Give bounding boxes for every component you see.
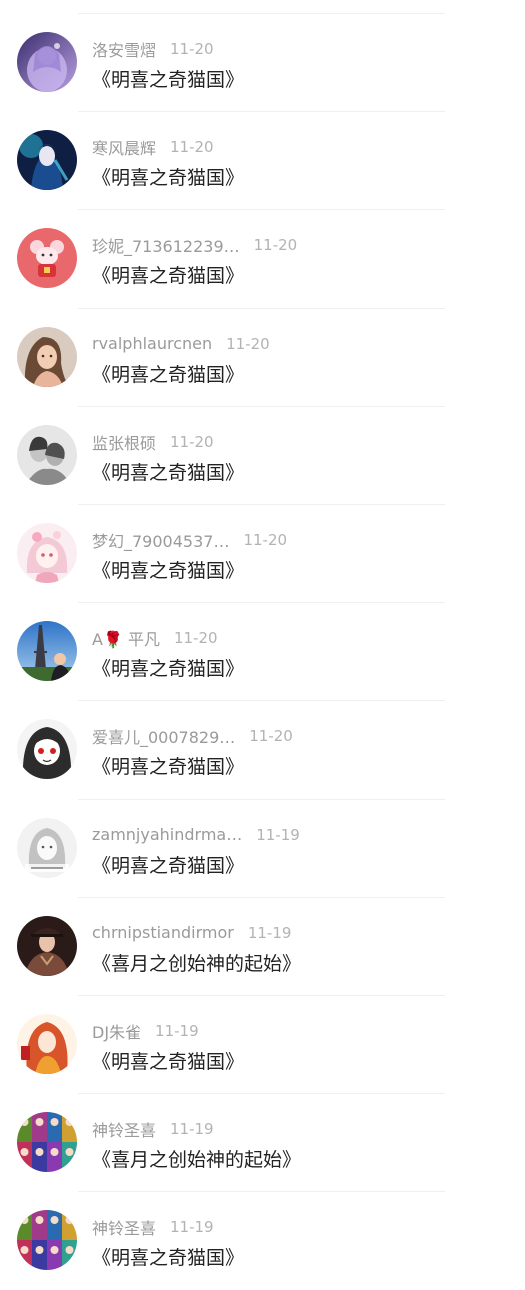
pink-anime-girl-avatar[interactable] [17,522,77,583]
comment-title[interactable]: 《明喜之奇猫国》 [92,1243,244,1270]
comment-title[interactable]: 《明喜之奇猫国》 [92,556,244,583]
red-haired-girl-avatar[interactable] [17,1013,77,1074]
comment-date: 11-19 [256,825,300,844]
username[interactable]: 神铃圣喜 [92,1215,156,1239]
comment-date: 11-19 [170,1120,214,1139]
comment-item[interactable]: 神铃圣喜 11-19 《喜月之创始神的起始》 [17,1094,445,1193]
mouse-cartoon-avatar[interactable] [17,228,77,289]
comment-date: 11-20 [226,334,270,353]
username[interactable]: chrnipstiandirmor [92,923,234,942]
comment-item[interactable]: DJ朱雀 11-19 《明喜之奇猫国》 [17,996,445,1095]
username[interactable]: 神铃圣喜 [92,1117,156,1141]
username[interactable]: 爱喜儿_0007829… [92,724,235,748]
comment-item[interactable]: 寒风晨辉 11-20 《明喜之奇猫国》 [17,112,445,211]
comment-item[interactable]: 珍妮_713612239… 11-20 《明喜之奇猫国》 [17,210,445,309]
military-man-avatar[interactable] [17,915,77,976]
comment-item[interactable]: 爱喜儿_0007829… 11-20 《明喜之奇猫国》 [17,701,445,800]
sketch-girl-avatar[interactable] [17,817,77,878]
comment-date: 11-20 [249,727,293,746]
comment-title[interactable]: 《明喜之奇猫国》 [92,752,244,779]
character-collage-avatar[interactable] [17,1112,77,1173]
username[interactable]: 监张根硕 [92,430,156,454]
comment-date: 11-20 [170,432,214,451]
eiffel-tower-avatar[interactable] [17,621,77,682]
comment-item[interactable]: 梦幻_79004537… 11-20 《明喜之奇猫国》 [17,505,445,604]
username[interactable]: 珍妮_713612239… [92,233,240,257]
username[interactable]: DJ朱雀 [92,1019,141,1043]
username[interactable]: 洛安雪熠 [92,37,156,61]
anime-girl-avatar[interactable] [17,32,77,92]
comment-title[interactable]: 《喜月之创始神的起始》 [92,949,301,976]
comment-item[interactable]: chrnipstiandirmor 11-19 《喜月之创始神的起始》 [17,898,445,996]
comment-title[interactable]: 《明喜之奇猫国》 [92,360,244,387]
username[interactable]: A🌹 平凡 [92,626,160,650]
comment-title[interactable]: 《明喜之奇猫国》 [92,1047,244,1074]
woman-photo-avatar[interactable] [17,326,77,387]
comment-title[interactable]: 《明喜之奇猫国》 [92,851,244,878]
comment-title[interactable]: 《喜月之创始神的起始》 [92,1145,301,1172]
manga-girl-avatar[interactable] [17,719,77,780]
comment-date: 11-19 [170,1218,214,1237]
username[interactable]: rvalphlaurcnen [92,334,212,353]
comment-date: 11-20 [243,530,288,549]
comment-item[interactable]: 洛安雪熠 11-20 《明喜之奇猫国》 [17,14,445,113]
comment-item[interactable]: zamnjyahindrma… 11-19 《明喜之奇猫国》 [17,800,445,898]
comment-item[interactable]: 神铃圣喜 11-19 《明喜之奇猫国》 [17,1192,445,1290]
username[interactable]: 梦幻_79004537… [92,528,229,552]
username[interactable]: zamnjyahindrma… [92,825,242,844]
comment-item[interactable]: 监张根硕 11-20 《明喜之奇猫国》 [17,407,445,505]
comment-list: 洛安雪熠 11-20 《明喜之奇猫国》 寒风晨辉 11-20 《明喜之奇猫国》 [0,14,525,1290]
comment-title[interactable]: 《明喜之奇猫国》 [92,458,244,485]
comment-date: 11-20 [170,138,214,157]
username[interactable]: 寒风晨辉 [92,135,156,159]
comment-item[interactable]: A🌹 平凡 11-20 《明喜之奇猫国》 [17,603,445,702]
anime-boy-avatar[interactable] [17,130,77,191]
comment-title[interactable]: 《明喜之奇猫国》 [92,261,244,288]
comment-title[interactable]: 《明喜之奇猫国》 [92,65,244,92]
comment-date: 11-20 [170,40,214,58]
character-collage-avatar[interactable] [17,1210,77,1271]
comment-title[interactable]: 《明喜之奇猫国》 [92,654,244,681]
comment-date: 11-20 [173,629,218,648]
comment-item[interactable]: rvalphlaurcnen 11-20 《明喜之奇猫国》 [17,309,445,407]
comment-date: 11-19 [247,923,292,942]
comment-title[interactable]: 《明喜之奇猫国》 [92,163,244,190]
comment-date: 11-19 [155,1021,199,1040]
couple-bw-avatar[interactable] [17,424,77,485]
comment-date: 11-20 [253,236,298,255]
